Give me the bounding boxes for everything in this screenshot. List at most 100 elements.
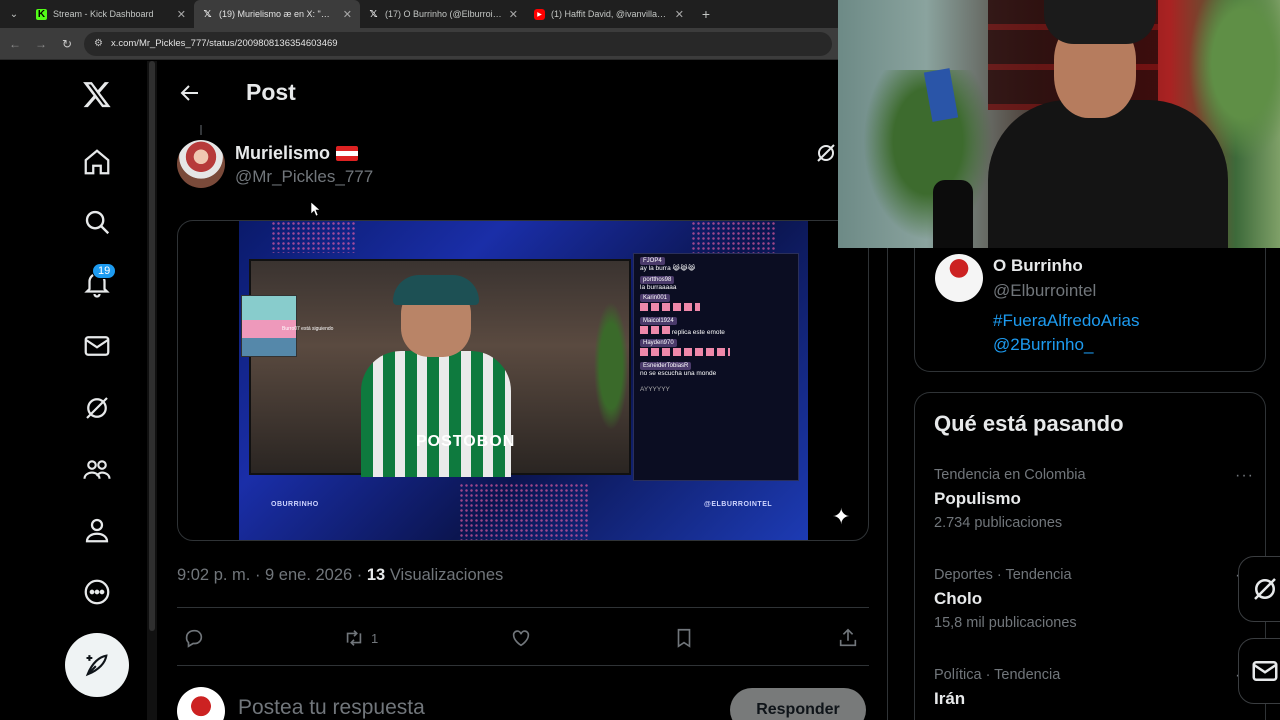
scrollbar-thumb[interactable] <box>149 61 155 631</box>
reply-submit-button[interactable]: Responder <box>730 688 866 720</box>
compose-button[interactable] <box>65 633 129 697</box>
bookmark-button[interactable] <box>673 623 695 653</box>
plant-shape <box>591 291 631 441</box>
close-icon[interactable]: ✕ <box>675 8 684 21</box>
back-arrow-icon[interactable] <box>178 81 202 105</box>
close-icon[interactable]: ✕ <box>177 8 186 21</box>
like-icon <box>512 630 530 647</box>
views-label: Visualizaciones <box>385 566 504 584</box>
trend-count: 2.734 publicaciones <box>934 515 1063 531</box>
x-logo-icon[interactable] <box>78 75 116 113</box>
like-button[interactable] <box>510 623 532 653</box>
reply-button[interactable] <box>183 623 205 653</box>
decor-dots <box>691 221 777 253</box>
grok-explain-icon[interactable] <box>814 141 838 165</box>
profile-hashtag-link[interactable]: #FueraAlfredoArias <box>993 311 1139 331</box>
profile-handle[interactable]: @Elburrointel <box>993 281 1096 301</box>
chat-user: Maicol1924 <box>640 316 677 325</box>
trend-name: Populismo <box>934 489 1021 508</box>
share-button[interactable] <box>837 623 859 653</box>
home-icon[interactable] <box>78 143 116 181</box>
retweet-icon <box>346 630 362 646</box>
nav-scrollbar[interactable] <box>147 61 157 720</box>
notifications-icon[interactable]: 19 <box>78 263 117 303</box>
search-icon[interactable] <box>78 203 116 241</box>
site-info-icon[interactable]: ⚙ <box>94 38 103 49</box>
reload-button[interactable]: ↻ <box>58 35 76 53</box>
profile-icon[interactable] <box>78 511 116 549</box>
grok-fab-button[interactable] <box>1238 556 1280 622</box>
tab-label: Stream - Kick Dashboard <box>53 9 154 19</box>
trends-title: Qué está pasando <box>934 411 1124 436</box>
tab-label: (1) Haffit David, @ivanvillazon <box>551 9 669 19</box>
current-user-avatar[interactable] <box>177 687 225 720</box>
author-handle[interactable]: @Mr_Pickles_777 <box>235 167 373 187</box>
back-button[interactable]: ← <box>6 35 24 53</box>
emote-row <box>640 303 700 311</box>
chat-message: Maicol1924 replica este emote <box>640 316 792 337</box>
chat-text: ay la burra 😹😹😹 <box>640 265 696 272</box>
grok-icon[interactable] <box>78 389 116 427</box>
chat-text: replica este emote <box>671 328 725 336</box>
trend-item[interactable]: Deportes · Tendencia Cholo 15,8 mil publ… <box>934 567 1254 631</box>
retweet-button[interactable]: 1 <box>343 623 378 653</box>
more-options-icon[interactable]: ··· <box>1235 467 1254 485</box>
watermark-left: OBURRINHO <box>271 501 319 508</box>
page-title: Post <box>246 79 296 105</box>
author-avatar[interactable] <box>177 140 225 188</box>
thread-line <box>200 125 202 135</box>
tab-murielismo-post[interactable]: 𝕏 (19) Murielismo æ en X: "@Elbu ✕ <box>194 0 360 28</box>
chat-message: Hayden970 <box>640 339 792 359</box>
new-tab-button[interactable]: + <box>692 0 720 28</box>
chat-text: no se escucha una monde <box>640 369 717 377</box>
post-media[interactable]: POSTOBON Burro07 está siguiendo FJOP4 ay … <box>177 220 869 541</box>
chevron-down-icon: ⌄ <box>9 8 19 20</box>
chat-user: EsneiderTobiasR <box>640 361 692 370</box>
trend-item[interactable]: Política · Tendencia Irán ··· <box>934 667 1254 709</box>
messages-fab-button[interactable] <box>1238 638 1280 704</box>
more-icon[interactable] <box>78 573 116 611</box>
webcam-person-cap <box>1044 0 1156 44</box>
notifications-badge: 19 <box>92 263 117 279</box>
close-icon[interactable]: ✕ <box>343 8 352 21</box>
trend-context: Tendencia en Colombia <box>934 467 1086 483</box>
close-icon[interactable]: ✕ <box>509 8 518 21</box>
forward-button[interactable]: → <box>32 35 50 53</box>
trends-panel: Qué está pasando Tendencia en Colombia P… <box>914 392 1266 720</box>
trend-name: Cholo <box>934 589 983 608</box>
bookmark-icon <box>677 628 691 648</box>
communities-icon[interactable] <box>78 451 116 489</box>
profile-mention-link[interactable]: @2Burrinho_ <box>993 335 1093 355</box>
profile-hover-card: O Burrinho @Elburrointel #FueraAlfredoAr… <box>914 238 1266 372</box>
tab-youtube[interactable]: ▶ (1) Haffit David, @ivanvillazon ✕ <box>526 0 692 28</box>
browser-tab-bar: ⌄ K Stream - Kick Dashboard ✕ 𝕏 (19) Mur… <box>0 0 838 28</box>
url-text: x.com/Mr_Pickles_777/status/200980813635… <box>110 38 338 49</box>
x-favicon-icon: 𝕏 <box>369 8 378 20</box>
messages-icon[interactable] <box>78 327 116 365</box>
chat-text: la burraaaaa <box>640 283 677 291</box>
author-name[interactable]: Murielismo <box>235 143 359 164</box>
profile-name[interactable]: O Burrinho <box>993 256 1083 276</box>
url-field[interactable]: ⚙ x.com/Mr_Pickles_777/status/2009808136… <box>84 31 832 56</box>
tab-kick-dashboard[interactable]: K Stream - Kick Dashboard ✕ <box>28 0 194 28</box>
share-icon <box>839 628 857 647</box>
x-favicon-icon: 𝕏 <box>203 8 212 20</box>
tab-label: (17) O Burrinho (@Elburrointel) <box>385 9 503 19</box>
chat-message: portthos98 la burraaaaa <box>640 275 792 292</box>
chat-message: Karin001 <box>640 294 792 314</box>
chat-text: AYYYYYY <box>640 386 670 393</box>
post-timestamp[interactable]: 9:02 p. m. · 9 ene. 2026 · <box>177 566 367 584</box>
chat-message: EsneiderTobiasR no se escucha una monde <box>640 361 792 378</box>
author-name-text: Murielismo <box>235 143 331 163</box>
reply-input[interactable]: Postea tu respuesta <box>238 696 425 720</box>
sparkle-icon[interactable]: ✦ <box>832 504 850 530</box>
tab-search-button[interactable]: ⌄ <box>0 0 28 28</box>
kick-favicon-icon: K <box>36 8 47 20</box>
post-metadata: 9:02 p. m. · 9 ene. 2026 · 13 Visualizac… <box>177 566 503 585</box>
reload-icon: ↻ <box>61 36 73 51</box>
webcam-person-body <box>988 100 1228 248</box>
trend-item[interactable]: Tendencia en Colombia Populismo 2.734 pu… <box>934 467 1254 531</box>
profile-avatar[interactable] <box>935 254 983 302</box>
tab-o-burrinho[interactable]: 𝕏 (17) O Burrinho (@Elburrointel) ✕ <box>360 0 526 28</box>
trend-context: Deportes · Tendencia <box>934 567 1072 583</box>
